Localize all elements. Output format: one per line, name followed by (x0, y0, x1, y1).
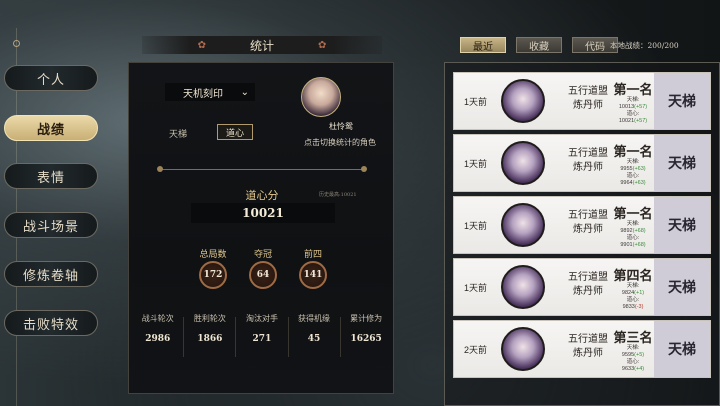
stats-title: 统计 (249, 38, 274, 53)
circle-value-champion: 64 (249, 261, 277, 289)
stat-fortune: 获得机缘 45 (298, 314, 331, 344)
nav-item-record[interactable]: 战绩 (4, 115, 98, 141)
circle-value-top4: 141 (299, 261, 327, 289)
divider (157, 166, 367, 172)
record-avatar (501, 265, 545, 309)
record-card[interactable]: 2天前 五行道盟 炼丹师 第三名 天梯: 9595(+5) 道心: 9633(+4) 天梯 (453, 320, 711, 378)
record-card[interactable]: 1天前 五行道盟 炼丹师 第一名 天梯: 9955(+63) 道心: 9964(+63) 天梯 (453, 134, 711, 192)
stat-win-rounds: 胜利轮次 1866 (193, 314, 226, 344)
tab-daoxin[interactable]: 道心 (217, 124, 253, 140)
record-time: 1天前 (464, 221, 488, 231)
score-note: 历史最高:10021 (319, 192, 357, 198)
circle-label-champion: 夺冠 (253, 250, 272, 260)
record-mode: 天梯 (654, 259, 710, 315)
stat-cultivation: 累计修为 16265 (350, 314, 383, 344)
selector-value: 天机刻印 (183, 88, 223, 100)
record-mode: 天梯 (654, 321, 710, 377)
record-card[interactable]: 1天前 五行道盟 炼丹师 第一名 天梯: 10013(+57) 道心: 10021(+57) 天… (453, 72, 711, 130)
record-avatar (501, 203, 545, 247)
record-avatar (501, 79, 545, 123)
tab-favorites[interactable]: 收藏 (516, 37, 562, 53)
stat-battle-rounds: 战斗轮次 2986 (141, 314, 174, 344)
record-mode: 天梯 (654, 73, 710, 129)
record-mode: 天梯 (654, 197, 710, 253)
record-tabs: 最近 收藏 代码 (460, 37, 618, 53)
record-card[interactable]: 1天前 五行道盟 炼丹师 第四名 天梯: 9824(+1) 道心: 9833(-3) 天梯 (453, 258, 711, 316)
nav-item-cultivation-scroll[interactable]: 修炼卷轴 (4, 261, 98, 287)
record-time: 1天前 (464, 159, 488, 169)
record-card[interactable]: 1天前 五行道盟 炼丹师 第一名 天梯: 9892(+68) 道心: 9901(+68) 天梯 (453, 196, 711, 254)
circle-value-total: 172 (199, 261, 227, 289)
record-avatar (501, 327, 545, 371)
record-time: 1天前 (464, 97, 488, 107)
side-nav: 个人 战绩 表情 战斗场景 修炼卷轴 击败特效 (0, 0, 110, 406)
character-hint: 点击切换统计的角色 (304, 138, 376, 147)
record-time: 1天前 (464, 283, 488, 293)
local-record-count: 本地战绩：200/200 (610, 41, 679, 50)
nav-item-emote[interactable]: 表情 (4, 163, 98, 189)
stat-eliminated: 淘汰对手 271 (245, 314, 278, 344)
record-mode: 天梯 (654, 135, 710, 191)
record-time: 2天前 (464, 345, 488, 355)
nav-top-ornament (13, 40, 20, 47)
stat-selector-dropdown[interactable]: 天机刻印 ⌄ (165, 83, 255, 101)
nav-item-battle-scene[interactable]: 战斗场景 (4, 212, 98, 238)
circle-label-total: 总局数 (199, 250, 227, 260)
character-avatar[interactable] (301, 77, 341, 117)
stats-panel: 天机刻印 ⌄ 杜怜鸳 点击切换统计的角色 天梯 道心 道心分 历史最高:1002… (128, 62, 394, 394)
nav-item-personal[interactable]: 个人 (4, 65, 98, 91)
nav-item-defeat-effect[interactable]: 击败特效 (4, 310, 98, 336)
tab-ladder[interactable]: 天梯 (169, 127, 187, 140)
stats-header: ✿ 统计 ✿ (142, 36, 382, 54)
ornament-icon: ✿ (318, 39, 327, 51)
record-avatar (501, 141, 545, 185)
character-name: 杜怜鸳 (329, 122, 353, 131)
tab-recent[interactable]: 最近 (460, 37, 506, 53)
circle-label-top4: 前四 (303, 250, 322, 260)
ornament-icon: ✿ (197, 39, 206, 51)
score-value: 10021 (191, 203, 335, 223)
bottom-stats: 战斗轮次 2986 胜利轮次 1866 淘汰对手 271 获得机缘 45 累计修… (129, 313, 395, 375)
chevron-down-icon: ⌄ (240, 86, 249, 98)
